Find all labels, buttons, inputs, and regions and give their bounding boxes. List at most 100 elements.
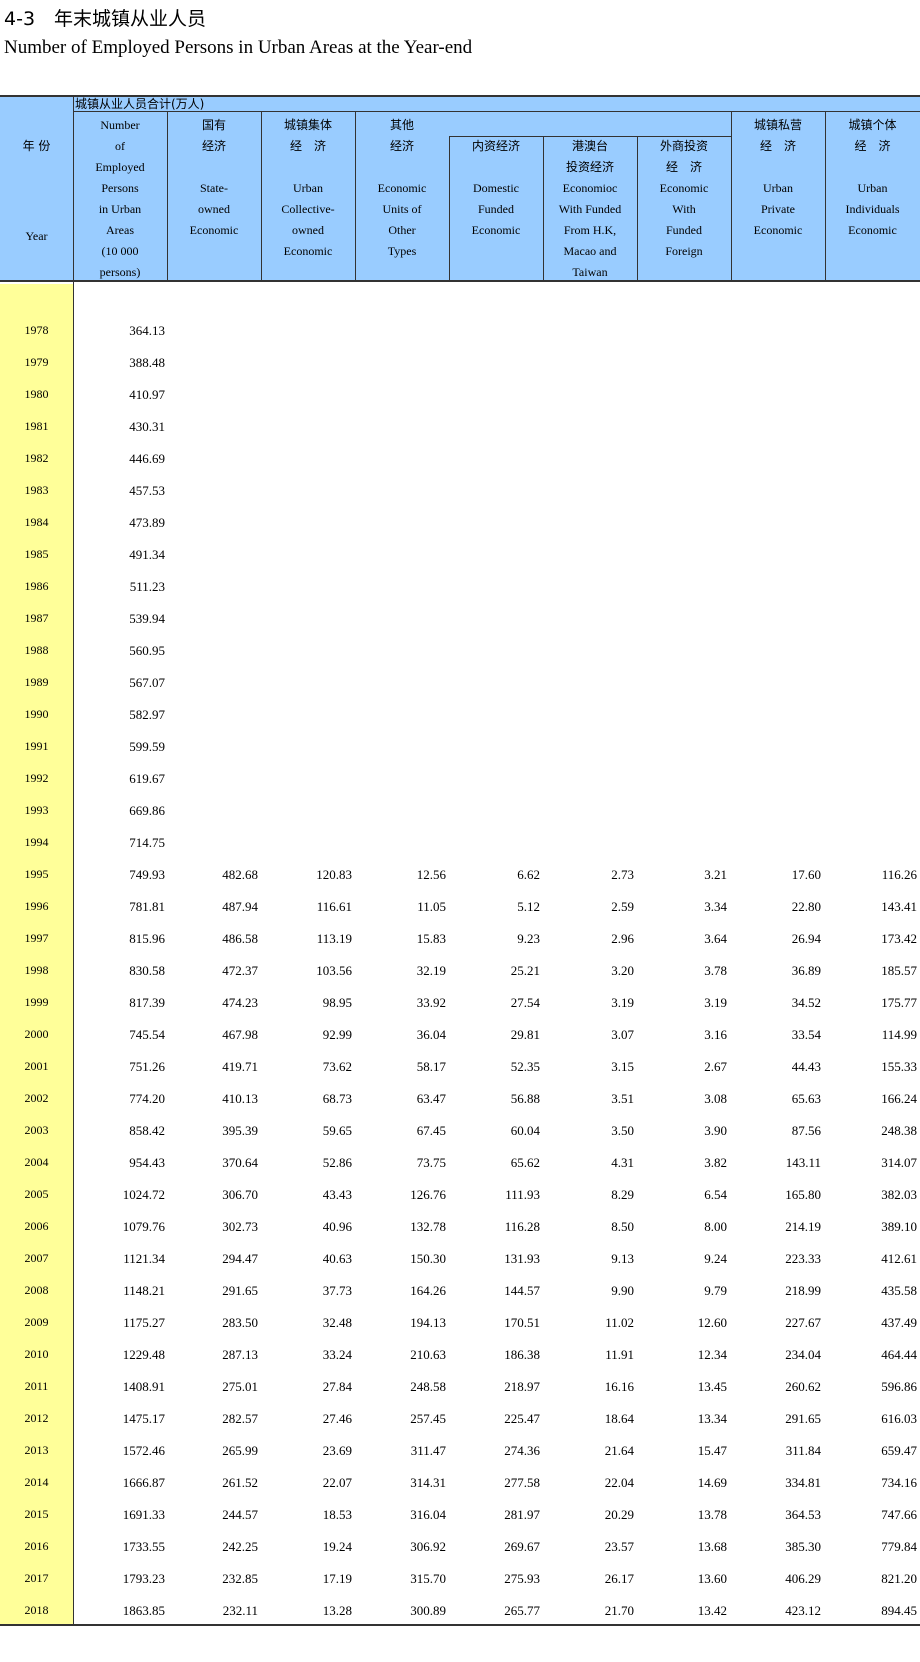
value-cell: 116.26: [881, 867, 917, 882]
value-cell: 9.13: [611, 1251, 634, 1266]
value-cell: 126.76: [410, 1187, 446, 1202]
value-cell: 1121.34: [123, 1251, 165, 1266]
table-row: 1996 781.81 487.94 116.61 11.05 5.12 2.59 3.34 2…: [0, 892, 920, 924]
total-group-label: 城镇从业人员合计(万人): [75, 97, 205, 111]
value-cell: 491.34: [129, 547, 165, 562]
value-cell: 68.73: [322, 1091, 352, 1106]
value-cell: 143.11: [785, 1155, 821, 1170]
value-cell: 567.07: [129, 675, 165, 690]
value-cell: 3.64: [704, 931, 727, 946]
year-header-cn: 年 份: [22, 139, 51, 153]
value-cell: 11.05: [417, 899, 446, 914]
value-cell: 1079.76: [122, 1219, 165, 1234]
value-cell: 1024.72: [122, 1187, 165, 1202]
table-row: 2006 1079.76 302.73 40.96 132.78 116.28 8.50 8.…: [0, 1212, 920, 1244]
value-cell: 3.51: [611, 1091, 634, 1106]
year-cell: 2010: [24, 1347, 49, 1361]
table-body: 1978 364.13 1979 388.48 1980 410.97 1981 430.31…: [0, 316, 920, 1628]
table-row: 1999 817.39 474.23 98.95 33.92 27.54 3.19 3.19 3…: [0, 988, 920, 1020]
value-cell: 12.56: [416, 867, 446, 882]
value-cell: 423.12: [785, 1603, 821, 1618]
value-cell: 277.58: [504, 1475, 540, 1490]
value-cell: 300.89: [410, 1603, 446, 1618]
value-cell: 26.94: [791, 931, 821, 946]
value-cell: 65.62: [510, 1155, 540, 1170]
value-cell: 1408.91: [122, 1379, 165, 1394]
value-cell: 745.54: [129, 1027, 165, 1042]
year-cell: 2008: [24, 1283, 49, 1297]
value-cell: 274.36: [504, 1443, 540, 1458]
value-cell: 749.93: [129, 867, 165, 882]
table-row: 2018 1863.85 232.11 13.28 300.89 265.77 21.70 1…: [0, 1596, 920, 1628]
value-cell: 3.19: [704, 995, 727, 1010]
table-row: 1985 491.34: [0, 540, 920, 572]
value-cell: 218.97: [504, 1379, 540, 1394]
value-cell: 619.67: [129, 771, 165, 786]
table-row: 1995 749.93 482.68 120.83 12.56 6.62 2.73 3.21 1…: [0, 860, 920, 892]
value-cell: 2.96: [611, 931, 634, 946]
value-cell: 306.70: [222, 1187, 258, 1202]
table-row: 1987 539.94: [0, 604, 920, 636]
year-cell: 2000: [24, 1027, 49, 1041]
value-cell: 437.49: [881, 1315, 917, 1330]
value-cell: 11.02: [605, 1315, 634, 1330]
value-cell: 36.04: [416, 1027, 446, 1042]
value-cell: 19.24: [322, 1539, 352, 1554]
col-state-owned-en: State- owned Economic: [189, 181, 239, 237]
table-row: 2003 858.42 395.39 59.65 67.45 60.04 3.50 3.90 8…: [0, 1116, 920, 1148]
value-cell: 817.39: [129, 995, 165, 1010]
table-header: 城镇从业人员合计(万人) 年 份 Year Number of Employed…: [0, 95, 920, 282]
table-row: 2017 1793.23 232.85 17.19 315.70 275.93 26.17 1…: [0, 1564, 920, 1596]
value-cell: 40.96: [322, 1219, 352, 1234]
year-header-en: Year: [25, 229, 48, 243]
value-cell: 225.47: [504, 1411, 540, 1426]
value-cell: 364.13: [129, 323, 165, 338]
year-cell: 2003: [24, 1123, 49, 1137]
col-individual-cn: 城镇个体 经 济: [848, 118, 897, 153]
value-cell: 370.64: [222, 1155, 258, 1170]
value-cell: 858.42: [129, 1123, 165, 1138]
value-cell: 311.47: [410, 1443, 446, 1458]
value-cell: 659.47: [881, 1443, 917, 1458]
value-cell: 734.16: [881, 1475, 917, 1490]
value-cell: 311.84: [785, 1443, 821, 1458]
value-cell: 173.42: [881, 931, 917, 946]
value-cell: 3.34: [704, 899, 727, 914]
value-cell: 18.64: [604, 1411, 634, 1426]
value-cell: 474.23: [222, 995, 258, 1010]
value-cell: 294.47: [222, 1251, 258, 1266]
year-cell: 1981: [24, 419, 49, 433]
value-cell: 27.46: [322, 1411, 352, 1426]
value-cell: 40.63: [322, 1251, 352, 1266]
value-cell: 144.57: [504, 1283, 540, 1298]
table-row: 2002 774.20 410.13 68.73 63.47 56.88 3.51 3.08 6…: [0, 1084, 920, 1116]
value-cell: 13.45: [697, 1379, 727, 1394]
year-cell: 2006: [24, 1219, 49, 1233]
year-cell: 2018: [24, 1603, 49, 1617]
value-cell: 59.65: [322, 1123, 352, 1138]
value-cell: 8.50: [611, 1219, 634, 1234]
value-cell: 73.62: [322, 1059, 352, 1074]
value-cell: 487.94: [222, 899, 258, 914]
value-cell: 257.45: [410, 1411, 446, 1426]
value-cell: 27.84: [322, 1379, 352, 1394]
table-row: 1990 582.97: [0, 700, 920, 732]
table-row: 2010 1229.48 287.13 33.24 210.63 186.38 11.91 1…: [0, 1340, 920, 1372]
value-cell: 33.24: [322, 1347, 352, 1362]
col-collective-cn: 城镇集体 经 济: [283, 118, 332, 153]
value-cell: 21.70: [604, 1603, 634, 1618]
col-private-en: Urban Private Economic: [753, 181, 803, 237]
year-cell: 2017: [24, 1571, 49, 1585]
year-cell: 1986: [24, 579, 49, 593]
value-cell: 248.58: [410, 1379, 446, 1394]
value-cell: 13.60: [697, 1571, 727, 1586]
table-row: 1986 511.23: [0, 572, 920, 604]
value-cell: 120.83: [316, 867, 352, 882]
year-cell: 2001: [24, 1059, 49, 1073]
value-cell: 306.92: [410, 1539, 446, 1554]
value-cell: 116.61: [316, 899, 352, 914]
value-cell: 1229.48: [122, 1347, 165, 1362]
value-cell: 194.13: [410, 1315, 446, 1330]
value-cell: 473.89: [129, 515, 165, 530]
year-cell: 1997: [24, 931, 49, 945]
